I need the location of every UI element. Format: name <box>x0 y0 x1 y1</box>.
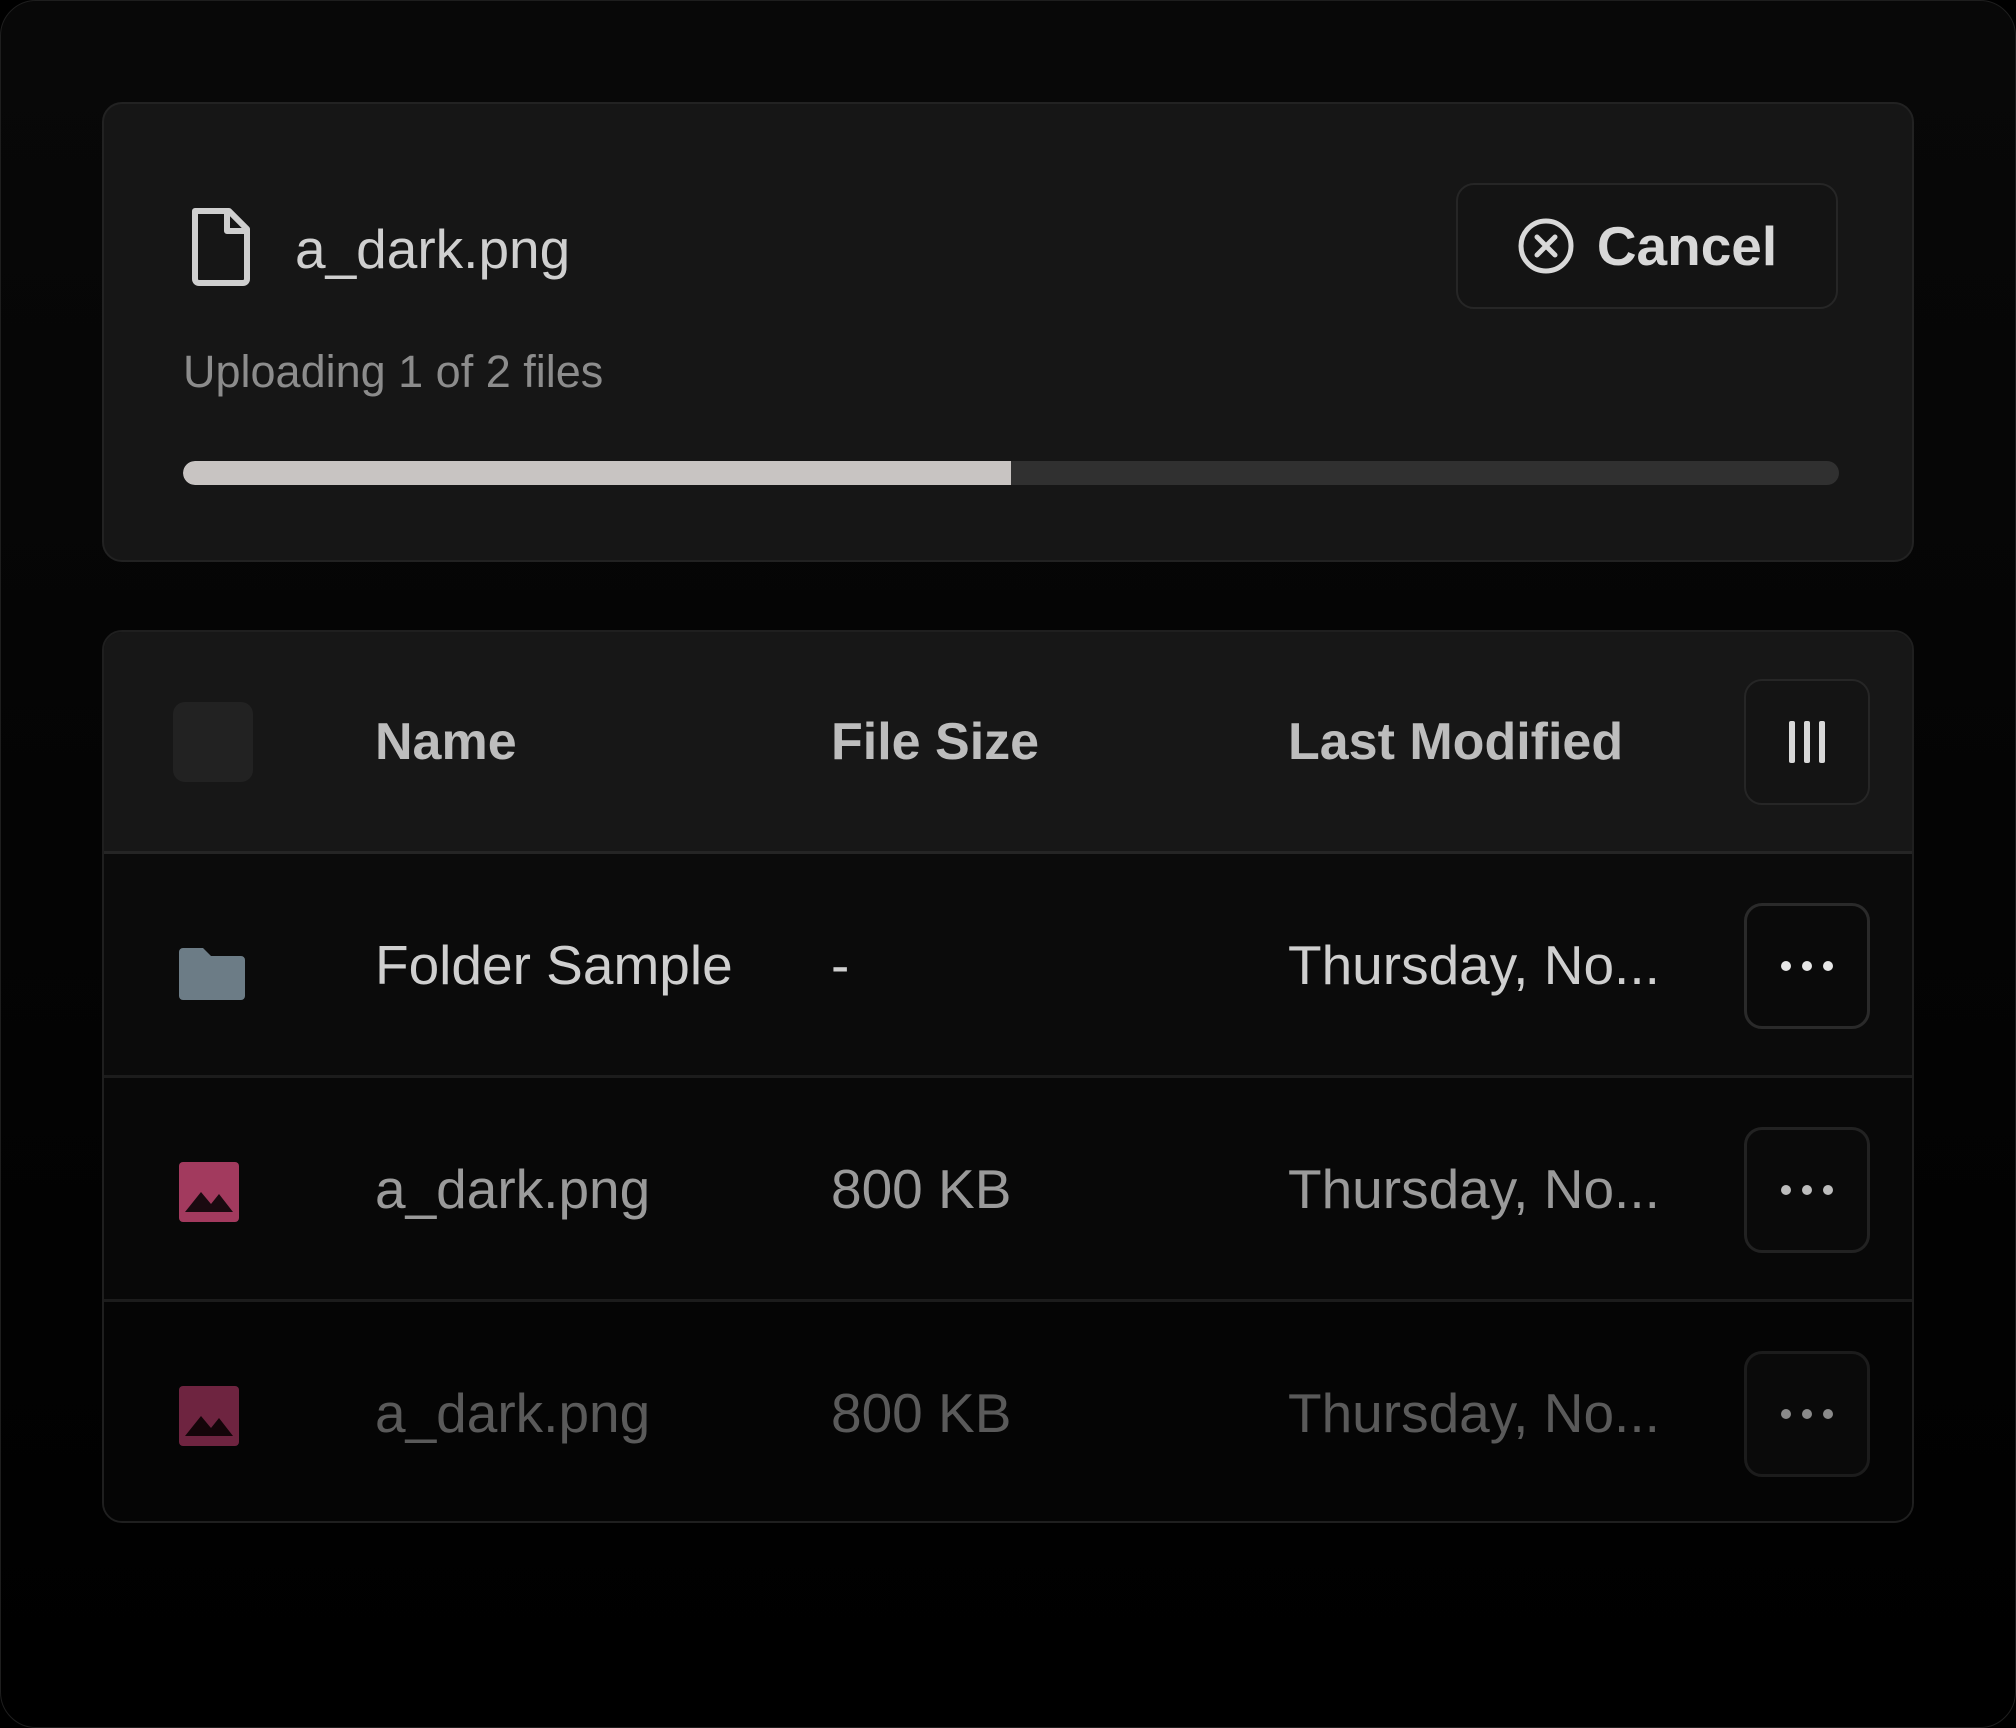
row-name: Folder Sample <box>375 934 733 996</box>
row-actions-button[interactable] <box>1744 1127 1870 1253</box>
row-name: a_dark.png <box>375 1382 651 1444</box>
column-settings-button[interactable] <box>1744 679 1870 805</box>
upload-progress-card: a_dark.png Cancel Uploading 1 of 2 files <box>102 102 1914 562</box>
row-size: 800 KB <box>831 1382 1012 1444</box>
table-row[interactable]: a_dark.png 800 KB Thursday, No... <box>104 1302 1912 1521</box>
column-header-name[interactable]: Name <box>375 710 517 774</box>
x-circle-icon <box>1518 218 1574 274</box>
app-frame: a_dark.png Cancel Uploading 1 of 2 files… <box>0 0 2016 1728</box>
file-table: Name File Size Last Modified Folder Samp… <box>102 630 1914 1523</box>
folder-icon <box>179 948 245 1000</box>
row-actions-button[interactable] <box>1744 1351 1870 1477</box>
row-modified: Thursday, No... <box>1288 1158 1660 1220</box>
cancel-upload-button[interactable]: Cancel <box>1456 183 1838 309</box>
uploading-file-name: a_dark.png <box>295 218 571 280</box>
more-horizontal-icon <box>1781 1185 1833 1195</box>
upload-progress-fill <box>183 461 1011 485</box>
more-horizontal-icon <box>1781 1409 1833 1419</box>
columns-icon <box>1789 721 1825 763</box>
table-row[interactable]: a_dark.png 800 KB Thursday, No... <box>104 1078 1912 1302</box>
column-header-file-size[interactable]: File Size <box>831 710 1039 774</box>
row-actions-button[interactable] <box>1744 903 1870 1029</box>
select-all-checkbox[interactable] <box>173 702 253 782</box>
row-modified: Thursday, No... <box>1288 934 1660 996</box>
cancel-label: Cancel <box>1596 215 1778 277</box>
row-size: 800 KB <box>831 1158 1012 1220</box>
row-name: a_dark.png <box>375 1158 651 1220</box>
more-horizontal-icon <box>1781 961 1833 971</box>
upload-progress-bar <box>183 461 1839 485</box>
file-icon <box>192 208 250 286</box>
upload-status-text: Uploading 1 of 2 files <box>183 346 604 397</box>
row-size: - <box>831 934 850 996</box>
column-header-last-modified[interactable]: Last Modified <box>1288 710 1623 774</box>
row-modified: Thursday, No... <box>1288 1382 1660 1444</box>
image-icon <box>179 1386 239 1446</box>
image-icon <box>179 1162 239 1222</box>
table-row[interactable]: Folder Sample - Thursday, No... <box>104 854 1912 1078</box>
table-header: Name File Size Last Modified <box>104 632 1912 854</box>
